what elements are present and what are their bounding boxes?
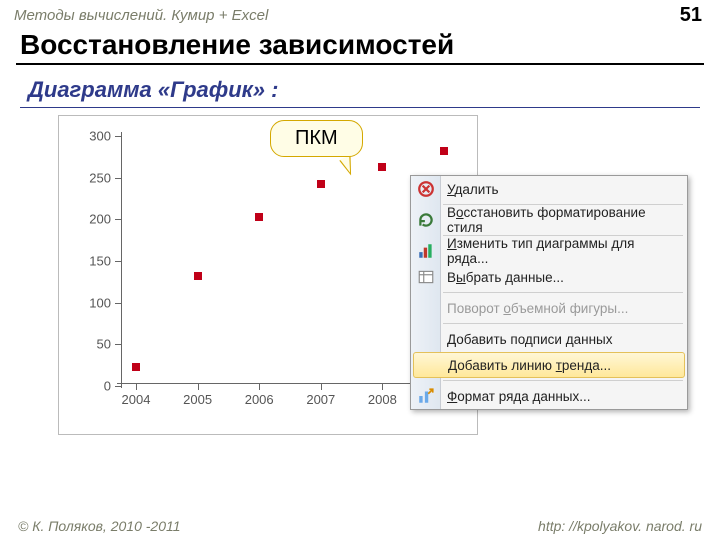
menu-item-label: Восстановить форматирование стиля (447, 205, 679, 235)
plot-region: 0501001502002503002004200520062007200820… (121, 136, 457, 384)
y-tick-label: 0 (104, 379, 111, 394)
x-tick-label: 2006 (245, 392, 274, 407)
y-tick-label: 200 (89, 212, 111, 227)
chart-icon (417, 242, 435, 260)
footer-right: http: //kpolyakov. narod. ru (538, 518, 702, 534)
y-tick-label: 150 (89, 254, 111, 269)
data-point[interactable] (317, 180, 325, 188)
menu-item-label: Выбрать данные (447, 270, 564, 285)
menu-item-rotate: Поворот объемной фигуры (411, 295, 687, 321)
x-tick-label: 2008 (368, 392, 397, 407)
footer-left: © К. Поляков, 2010 -2011 (18, 518, 181, 534)
y-axis (121, 132, 122, 388)
page-number: 51 (680, 4, 702, 27)
delete-icon (417, 180, 435, 198)
x-tick-label: 2007 (306, 392, 335, 407)
menu-item-delete[interactable]: Удалить (411, 176, 687, 202)
menu-item-label: Поворот объемной фигуры (447, 301, 628, 316)
data-point[interactable] (378, 163, 386, 171)
title-divider (16, 63, 704, 65)
menu-item-labels[interactable]: Добавить подписи данных (411, 326, 687, 352)
callout-label: ПКМ (270, 120, 363, 157)
selectdata-icon (417, 268, 435, 286)
menu-item-label: Формат ряда данных (447, 389, 591, 404)
menu-item-trend[interactable]: Добавить линию тренда (413, 352, 685, 378)
menu-item-format[interactable]: Формат ряда данных (411, 383, 687, 409)
subtitle: Диаграмма «График» : (0, 73, 720, 109)
data-point[interactable] (132, 363, 140, 371)
y-tick-label: 50 (97, 337, 111, 352)
menu-item-reset[interactable]: Восстановить форматирование стиля (411, 207, 687, 233)
menu-item-label: Изменить тип диаграммы для ряда (447, 236, 679, 266)
y-tick-label: 300 (89, 129, 111, 144)
menu-item-label: Добавить линию тренда (448, 358, 611, 373)
menu-item-label: Добавить подписи данных (447, 332, 612, 347)
y-tick-label: 100 (89, 295, 111, 310)
menu-item-change[interactable]: Изменить тип диаграммы для ряда (411, 238, 687, 264)
data-point[interactable] (440, 147, 448, 155)
x-tick-label: 2005 (183, 392, 212, 407)
menu-separator (443, 292, 683, 293)
data-point[interactable] (194, 272, 202, 280)
menu-separator (443, 380, 683, 381)
menu-separator (443, 323, 683, 324)
context-menu: Удалить Восстановить форматирование стиля… (410, 175, 688, 410)
format-icon (417, 387, 435, 405)
menu-item-label: Удалить (447, 182, 499, 197)
subtitle-divider (20, 107, 700, 108)
page-title: Восстановление зависимостей (0, 29, 720, 63)
reset-icon (417, 211, 435, 229)
y-tick-label: 250 (89, 170, 111, 185)
x-tick-label: 2004 (122, 392, 151, 407)
data-point[interactable] (255, 213, 263, 221)
menu-item-select[interactable]: Выбрать данные (411, 264, 687, 290)
header-text: Методы вычислений. Кумир + Excel (14, 7, 268, 24)
